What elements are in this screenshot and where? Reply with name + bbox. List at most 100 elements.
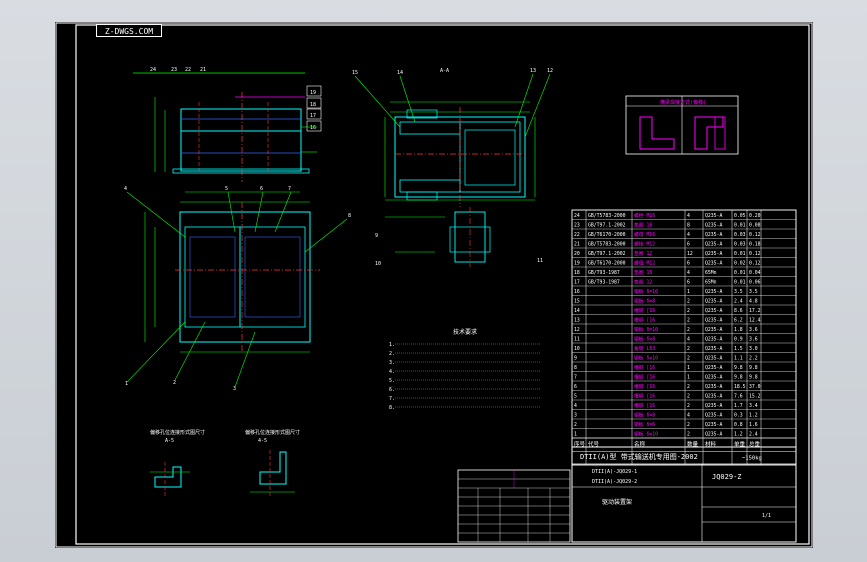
parts-cell: Q235-A — [705, 289, 722, 295]
parts-cell: 2.4 — [734, 299, 743, 305]
corner-label: JQ029-Z — [712, 473, 742, 481]
parts-cell: 2 — [687, 422, 690, 428]
parts-cell: 2 — [574, 422, 577, 428]
drawing-canvas[interactable]: 24 23 22 2119181716A-A15 14 13 12910 114 5 6 781 23… — [55, 22, 813, 548]
parts-cell: 钢板 δ=6 — [634, 421, 655, 428]
parts-cell: 槽钢 [16 — [634, 402, 655, 409]
parts-cell: 65Mn — [705, 280, 717, 286]
leader-13 — [514, 73, 534, 128]
parts-cell: 37.0 — [749, 384, 761, 390]
parts-cell: 5 — [574, 394, 577, 400]
note-num-6: 6. — [389, 387, 395, 393]
balloon-16: 16 — [310, 125, 316, 131]
parts-cell: 9.8 — [734, 365, 743, 371]
parts-cell: Q235-A — [705, 299, 722, 305]
parts-cell: 2 — [687, 432, 690, 438]
parts-cell: 1.2 — [749, 413, 758, 419]
parts-cell: 槽钢 [16 — [634, 383, 655, 390]
parts-cell: 2 — [687, 299, 690, 305]
parts-cell: 1.5 — [734, 346, 743, 352]
section-flange-bottom — [399, 179, 461, 193]
parts-cell: GB/T93-1987 — [588, 270, 620, 276]
parts-cell: 12 — [574, 327, 580, 333]
parts-cell: Q235-A — [705, 356, 722, 362]
parts-cell: 4 — [687, 413, 690, 419]
parts-cell: 2 — [687, 308, 690, 314]
parts-cell: Q235-A — [705, 213, 722, 219]
parts-cell: Q235-A — [705, 242, 722, 248]
parts-cell: Q235-A — [705, 251, 722, 257]
balloon-2: 2 — [173, 380, 176, 386]
note-num-1: 1. — [389, 342, 395, 348]
leader-14 — [399, 75, 416, 123]
parts-cell: 0.8 — [734, 422, 743, 428]
parts-cell: 3.6 — [749, 337, 758, 343]
note-num-3: 3. — [389, 360, 395, 366]
code-2: DTII(A)-JQ029-2 — [592, 479, 637, 485]
parts-cell: Q235-A — [705, 327, 722, 333]
parts-cell: 槽钢 [16 — [634, 364, 655, 371]
balloon-4: 4 — [124, 186, 127, 192]
parts-cell: 0.12 — [749, 251, 761, 257]
parts-cell: 8 — [687, 223, 690, 229]
detail-weld-right — [694, 116, 724, 150]
parts-cell: 24 — [574, 213, 580, 219]
parts-cell: 12.4 — [749, 318, 761, 324]
detail-weld-left — [639, 116, 675, 150]
balloon-17: 17 — [310, 113, 316, 119]
parts-cell: 19 — [574, 261, 580, 267]
parts-cell: 1.8 — [734, 327, 743, 333]
leader-1 — [126, 321, 186, 383]
parts-cell: GB/T93-1987 — [588, 280, 620, 286]
parts-cell: 15 — [574, 299, 580, 305]
parts-cell: 4 — [687, 270, 690, 276]
parts-cell: 17.2 — [749, 308, 761, 314]
section-label: A-A — [440, 68, 449, 74]
parts-cell: 4 — [687, 232, 690, 238]
parts-cell: 4.8 — [749, 299, 758, 305]
parts-cell: GB/T5783-2000 — [588, 242, 626, 248]
leader-4 — [126, 191, 186, 238]
parts-cell: 垫圈 16 — [634, 269, 652, 276]
parts-cell: 4 — [687, 213, 690, 219]
parts-cell: 2 — [687, 346, 690, 352]
watermark-stamp: Z-DWGS.COM — [96, 24, 162, 37]
balloon-7: 7 — [288, 186, 291, 192]
balloon-8: 8 — [348, 213, 351, 219]
parts-cell: 9.8 — [749, 375, 758, 381]
parts-cell: Q235-A — [705, 375, 722, 381]
parts-cell: 2 — [687, 327, 690, 333]
balloon-14: 14 — [397, 70, 403, 76]
parts-cell: 22 — [574, 232, 580, 238]
plan-left-channel — [184, 226, 241, 328]
parts-cell: 螺栓 M16 — [634, 212, 655, 219]
section-bolt-bottom — [406, 191, 438, 201]
view-c-label: 4-5 — [258, 438, 267, 444]
parts-cell: 2 — [687, 356, 690, 362]
parts-cell: 1.6 — [749, 422, 758, 428]
sheet-number: 1/1 — [762, 513, 771, 519]
code-1: DTII(A)-JQ029-1 — [592, 469, 637, 475]
parts-cell: 1 — [574, 432, 577, 438]
leader-12 — [524, 73, 551, 138]
parts-cell: 钢板 δ=10 — [634, 431, 658, 438]
parts-cell: 垫圈 12 — [634, 250, 652, 257]
balloon-18: 18 — [310, 102, 316, 108]
parts-cell: 3.5 — [734, 289, 743, 295]
parts-cell: Q235-A — [705, 337, 722, 343]
parts-cell: 0.9 — [734, 337, 743, 343]
parts-cell: 3.6 — [749, 327, 758, 333]
parts-cell: 18.5 — [734, 384, 746, 390]
parts-cell: 0.05 — [734, 213, 746, 219]
section-inner — [464, 129, 516, 186]
parts-cell: 0.18 — [749, 242, 761, 248]
parts-cell: 钢板 δ=8 — [634, 412, 655, 419]
parts-cell: 14 — [574, 308, 580, 314]
cad-viewport[interactable]: 24 23 22 21 19 18 17 16 A-A 15 14 13 12 9 10 11 4 5 6 7 8 1 2 3… — [0, 0, 867, 562]
drawing-sheet[interactable]: 24 23 22 21 19 18 17 16 A-A 15 14 13 12 9 10 11 4 5 6 7 8 1 2 3… — [55, 22, 813, 548]
parts-cell: 1.1 — [734, 356, 743, 362]
parts-cell: 钢板 δ=10 — [634, 288, 658, 295]
parts-cell: 6 — [687, 280, 690, 286]
view-c-title: 偏移孔位连接形式图尺寸 — [245, 429, 300, 436]
parts-cell: Q235-A — [705, 223, 722, 229]
